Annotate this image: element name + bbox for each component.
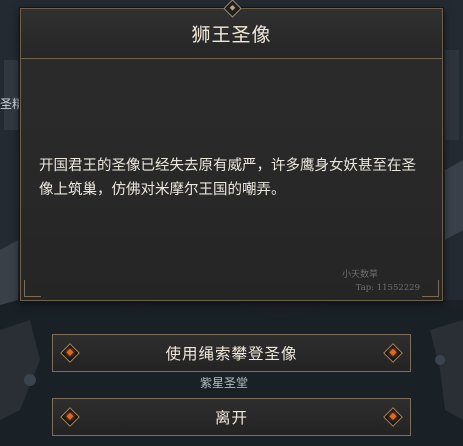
dialog-title: 狮王圣像 [191, 24, 272, 46]
diamond-gem-icon [383, 343, 403, 363]
leave-button[interactable]: 离开 [52, 398, 411, 436]
corner-ornament-icon [422, 280, 439, 297]
climb-statue-button[interactable]: 使用绳索攀登圣像 [52, 334, 411, 372]
event-dialog: 狮王圣像 开国君王的圣像已经失去原有威严，许多鹰身女妖甚至在圣像上筑巢，仿佛对米… [20, 0, 443, 301]
dialog-title-bar: 狮王圣像 [21, 0, 442, 59]
background-location-label: 紫星圣堂 [200, 376, 249, 390]
climb-statue-label: 使用绳索攀登圣像 [165, 345, 298, 363]
leave-label: 离开 [214, 409, 248, 427]
diamond-gem-icon [60, 407, 80, 427]
corner-ornament-icon [24, 280, 41, 297]
watermark-name: 小天数草 [341, 270, 378, 280]
watermark-tap-id: Tap: 11552229 [355, 283, 420, 293]
diamond-gem-icon [60, 343, 80, 363]
dialog-message: 开国君王的圣像已经失去原有威严，许多鹰身女妖甚至在圣像上筑巢，仿佛对米摩尔王国的… [39, 158, 416, 198]
diamond-gem-icon [383, 407, 403, 427]
